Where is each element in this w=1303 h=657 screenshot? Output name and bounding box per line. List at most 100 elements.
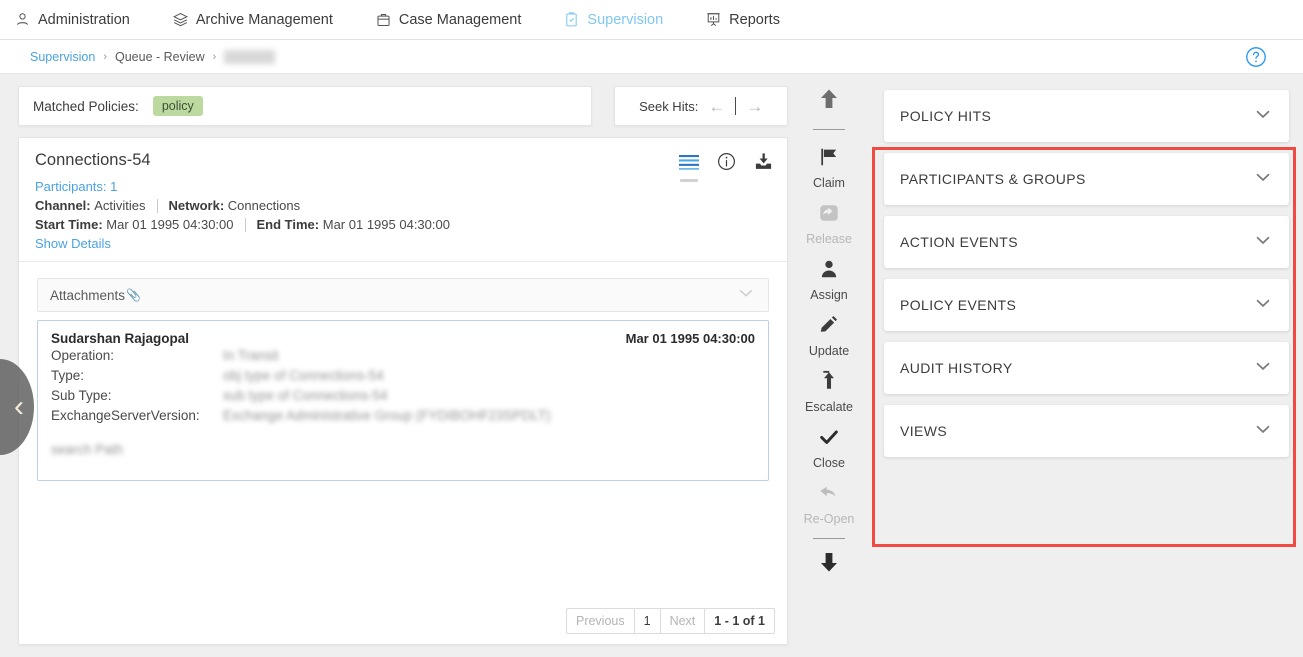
message-list-icon[interactable]: [679, 154, 699, 182]
field-key: Operation:: [51, 348, 115, 363]
message-field-row: Type: obj type of Connections-54: [51, 366, 755, 386]
pagination-previous[interactable]: Previous: [567, 609, 635, 633]
download-icon[interactable]: [754, 152, 773, 176]
chevron-down-icon[interactable]: [1253, 356, 1273, 381]
breadcrumb-separator-icon: ›: [212, 50, 217, 63]
layers-icon: [172, 11, 189, 28]
pagination-page-number[interactable]: 1: [635, 609, 661, 633]
nav-item-case-management[interactable]: Case Management: [375, 11, 522, 28]
participants-link[interactable]: Participants: 1: [35, 179, 771, 194]
clipboard-check-icon: [563, 11, 580, 28]
rail-label: Claim: [813, 176, 845, 190]
start-time-value: Mar 01 1995 04:30:00: [106, 217, 234, 232]
nav-item-label: Case Management: [398, 11, 522, 28]
nav-item-archive-management[interactable]: Archive Management: [172, 11, 333, 28]
arrow-right-icon[interactable]: →: [746, 98, 763, 115]
nav-item-label: Reports: [729, 11, 780, 28]
field-value: Exchange Administrative Group (FYDIBOHF2…: [223, 408, 551, 423]
message-card: Sudarshan Rajagopal Mar 01 1995 04:30:00…: [37, 320, 769, 481]
rail-label: Assign: [810, 288, 848, 302]
accordion-title: VIEWS: [900, 423, 948, 439]
arrow-left-icon[interactable]: ←: [708, 98, 725, 115]
person-icon: [818, 258, 840, 285]
info-circle-icon[interactable]: [717, 152, 736, 176]
message-body: search Path: [51, 442, 124, 457]
chevron-down-icon[interactable]: [1253, 293, 1273, 318]
message-author: Sudarshan Rajagopal: [51, 331, 190, 346]
breadcrumb-item-queue-review[interactable]: Queue - Review: [115, 50, 205, 64]
paperclip-icon: 📎: [126, 288, 141, 302]
accordion-item-views[interactable]: VIEWS: [884, 405, 1289, 457]
meta-divider: [156, 198, 158, 213]
rail-button-reopen: Re-Open: [803, 482, 855, 526]
breadcrumb-item-supervision[interactable]: Supervision: [30, 50, 95, 64]
nav-item-label: Archive Management: [195, 11, 333, 28]
page-body: Matched Policies: policy Seek Hits: ← → …: [0, 74, 1303, 657]
accordion-title: ACTION EVENTS: [900, 234, 1018, 250]
field-key: ExchangeServerVersion:: [51, 408, 200, 423]
action-rail: Claim Release Assign Update Escalate Clo…: [788, 74, 870, 657]
field-value: sub type of Connections-54: [223, 388, 388, 403]
nav-item-administration[interactable]: Administration: [14, 11, 130, 28]
top-navigation-bar: Administration Archive Management Case M…: [0, 0, 1303, 40]
accordion-item-participants-groups[interactable]: PARTICIPANTS & GROUPS: [884, 153, 1289, 205]
rail-button-release: Release: [806, 202, 852, 246]
rail-button-assign[interactable]: Assign: [810, 258, 848, 302]
accordion-item-audit-history[interactable]: AUDIT HISTORY: [884, 342, 1289, 394]
breadcrumb-item-current: Queue1: [224, 49, 275, 64]
chart-board-icon: [705, 11, 722, 28]
rail-button-claim[interactable]: Claim: [813, 146, 845, 190]
share-box-icon: [818, 202, 840, 229]
chevron-down-icon[interactable]: [1253, 104, 1273, 129]
accordion-item-policy-events[interactable]: POLICY EVENTS: [884, 279, 1289, 331]
seek-divider: [735, 97, 737, 115]
nav-item-label: Supervision: [587, 11, 664, 28]
seek-hits-card: Seek Hits: ← →: [614, 86, 788, 126]
breadcrumb-bar: Supervision › Queue - Review › Queue1: [0, 40, 1303, 74]
chevron-down-icon[interactable]: [1253, 230, 1273, 255]
matched-policies-label: Matched Policies:: [33, 98, 139, 114]
nav-item-reports[interactable]: Reports: [705, 11, 780, 28]
arrow-up-icon[interactable]: [816, 86, 842, 117]
chevron-left-icon: ‹: [14, 390, 24, 423]
pagination-next[interactable]: Next: [661, 609, 706, 633]
rail-label: Release: [806, 232, 852, 246]
nav-item-label: Administration: [38, 11, 130, 28]
attachments-label: Attachments: [50, 287, 126, 303]
pagination-range: 1 - 1 of 1: [714, 614, 765, 628]
nav-item-supervision[interactable]: Supervision: [563, 11, 663, 28]
field-key: Type:: [51, 368, 85, 383]
attachments-toggle[interactable]: Attachments 📎: [37, 278, 769, 312]
time-row: Start Time: Mar 01 1995 04:30:00 End Tim…: [35, 217, 771, 232]
accordion-title: AUDIT HISTORY: [900, 360, 1013, 376]
accordion-item-policy-hits[interactable]: POLICY HITS: [884, 90, 1289, 142]
show-details-link[interactable]: Show Details: [35, 236, 771, 251]
arrow-down-icon[interactable]: [816, 549, 842, 580]
network-value: Connections: [227, 198, 301, 213]
rail-button-close[interactable]: Close: [813, 426, 845, 470]
rail-label: Re-Open: [803, 512, 855, 526]
seek-hits-label: Seek Hits:: [639, 98, 699, 114]
rail-label: Close: [813, 456, 845, 470]
accordion-title: PARTICIPANTS & GROUPS: [900, 171, 1086, 187]
rail-button-update[interactable]: Update: [809, 314, 849, 358]
field-value: obj type of Connections-54: [223, 368, 384, 383]
message-date: Mar 01 1995 04:30:00: [625, 331, 755, 346]
matched-policies-card: Matched Policies: policy: [18, 86, 593, 126]
policy-chip[interactable]: policy: [152, 96, 203, 116]
field-key: Sub Type:: [51, 388, 112, 403]
channel-label: Channel:: [35, 198, 91, 213]
user-admin-icon: [14, 11, 31, 28]
channel-value: Activities: [94, 198, 146, 213]
accordion-item-action-events[interactable]: ACTION EVENTS: [884, 216, 1289, 268]
right-accordion-panel: POLICY HITS PARTICIPANTS & GROUPS ACTION…: [870, 74, 1303, 657]
chevron-down-icon[interactable]: [1253, 167, 1273, 192]
message-field-row: Sub Type: sub type of Connections-54: [51, 386, 755, 406]
help-circle-icon[interactable]: [1245, 46, 1267, 68]
left-column: Matched Policies: policy Seek Hits: ← → …: [0, 74, 788, 657]
breadcrumb-separator-icon: ›: [103, 50, 107, 63]
chevron-down-icon[interactable]: [1253, 419, 1273, 444]
chevron-down-icon[interactable]: [736, 283, 756, 308]
accordion-title: POLICY HITS: [900, 108, 992, 124]
rail-button-escalate[interactable]: Escalate: [805, 370, 853, 414]
